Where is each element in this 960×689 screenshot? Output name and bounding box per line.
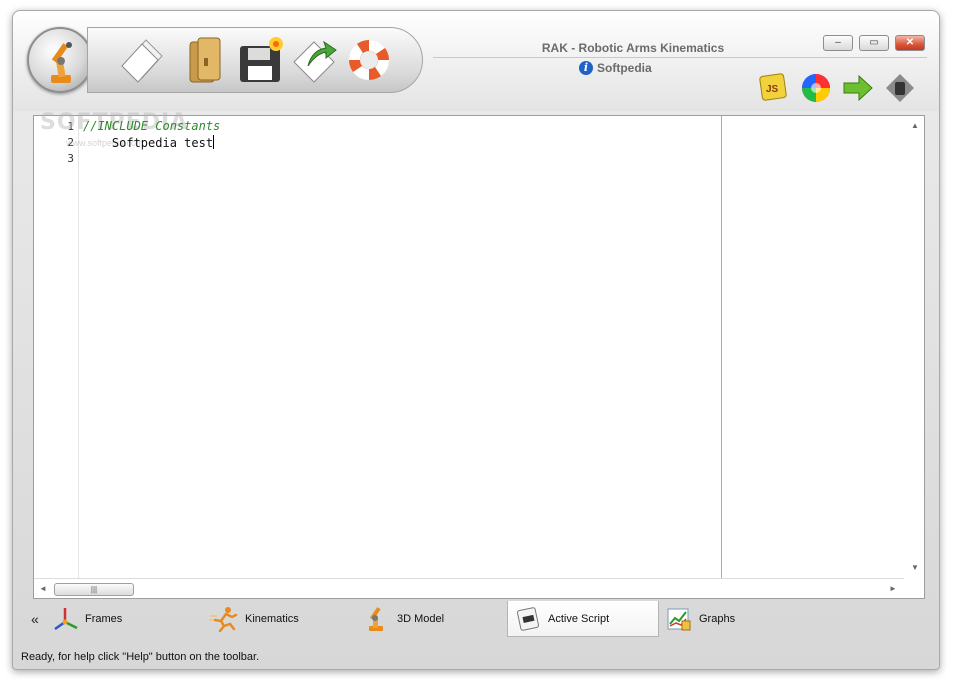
- vertical-scrollbar[interactable]: ▲ ▼: [906, 116, 924, 578]
- scroll-down-arrow[interactable]: ▼: [906, 560, 924, 576]
- stop-hand-icon: [886, 74, 914, 102]
- new-document-button[interactable]: [116, 32, 170, 88]
- code-line: //INCLUDE Constants: [83, 119, 221, 133]
- run-script-button[interactable]: [841, 71, 875, 105]
- js-scroll-icon: JS: [759, 73, 787, 101]
- line-number: 3: [67, 152, 74, 165]
- tab-kinematics[interactable]: Kinematics: [203, 601, 343, 637]
- tab-graphs[interactable]: Graphs: [659, 601, 799, 637]
- minimize-button[interactable]: ‒: [823, 35, 853, 51]
- scroll-up-arrow[interactable]: ▲: [906, 118, 924, 134]
- tab-active-script[interactable]: Active Script: [507, 601, 659, 637]
- save-as-button[interactable]: [288, 32, 342, 88]
- stop-script-button[interactable]: [883, 71, 917, 105]
- maximize-button[interactable]: ▭: [859, 35, 889, 51]
- scroll-right-arrow[interactable]: ►: [884, 581, 902, 597]
- green-arrow-icon: [843, 74, 873, 102]
- title-divider: [433, 57, 927, 58]
- side-panel: ▲ ▼: [723, 116, 924, 578]
- status-bar-text: Ready, for help click "Help" button on t…: [21, 651, 260, 663]
- app-window: RAK - Robotic Arms Kinematics i Softpedi…: [12, 10, 940, 670]
- tab-3d-model[interactable]: 3D Model: [355, 601, 495, 637]
- collapse-tabs-button[interactable]: «: [31, 611, 39, 627]
- open-folder-button[interactable]: [178, 32, 232, 88]
- tab-label: Graphs: [699, 613, 736, 625]
- tab-label: Frames: [85, 613, 123, 625]
- horizontal-scrollbar[interactable]: ◄ ||| ►: [34, 578, 904, 598]
- export-arrow-icon: [293, 40, 337, 83]
- color-wheel-icon: [802, 74, 830, 102]
- code-line: Softpedia test: [83, 135, 215, 150]
- close-button[interactable]: ✕: [895, 35, 925, 51]
- code-line-text: Softpedia test: [83, 136, 214, 150]
- robot-arm-icon: [51, 42, 72, 83]
- blank-pages-icon: [121, 39, 163, 83]
- bottom-tab-bar: « Frames Kinematics 3D Model Active Scri…: [27, 601, 927, 637]
- code-editor[interactable]: 1 2 3 SOFTPEDIA www.softpedia.com //INCL…: [34, 110, 722, 578]
- help-button[interactable]: [342, 32, 396, 88]
- script-editor-panel: 1 2 3 SOFTPEDIA www.softpedia.com //INCL…: [33, 110, 925, 599]
- running-figure-icon: [209, 607, 238, 632]
- robot-arm-icon: [369, 607, 383, 631]
- folder-icon: [189, 37, 221, 83]
- window-subtitle: i Softpedia: [579, 61, 652, 75]
- javascript-button[interactable]: JS: [757, 71, 791, 105]
- tab-label: Active Script: [548, 612, 610, 625]
- axes-frame-icon: [54, 608, 78, 631]
- script-scroll-icon: [516, 606, 540, 631]
- main-toolbar: [87, 27, 423, 93]
- tab-frames[interactable]: Frames: [47, 601, 187, 637]
- scroll-left-arrow[interactable]: ◄: [34, 581, 52, 597]
- save-button[interactable]: [234, 32, 288, 88]
- line-number-gutter: 1 2 3: [34, 116, 79, 578]
- window-title: RAK - Robotic Arms Kinematics: [541, 41, 725, 55]
- color-picker-button[interactable]: [799, 71, 833, 105]
- floppy-disk-icon: [240, 37, 283, 82]
- app-menu-orb[interactable]: [27, 27, 93, 93]
- tab-label: Kinematics: [245, 613, 299, 625]
- horizontal-scroll-thumb[interactable]: |||: [54, 583, 134, 596]
- info-icon: i: [579, 61, 593, 75]
- svg-text:JS: JS: [766, 84, 779, 95]
- text-caret: [213, 135, 215, 149]
- lifebuoy-icon: [349, 40, 389, 80]
- chart-graph-icon: [667, 608, 691, 631]
- subtitle-text: Softpedia: [597, 61, 652, 75]
- tab-label: 3D Model: [397, 613, 445, 625]
